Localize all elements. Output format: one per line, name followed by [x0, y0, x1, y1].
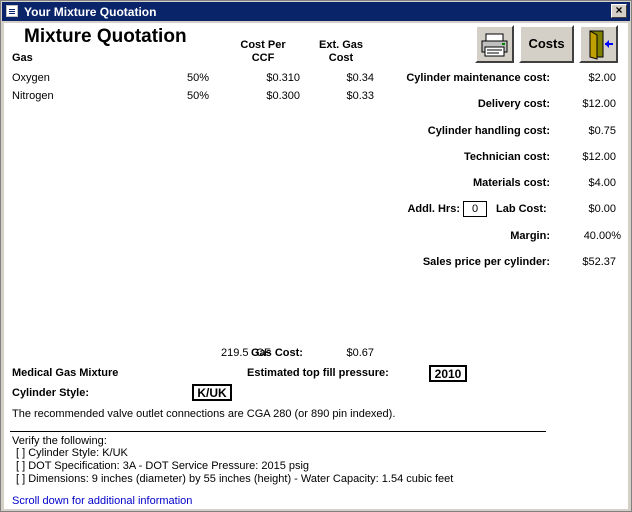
form-body: Mixture Quotation Gas Cost Per CCF Ext. …: [4, 23, 628, 509]
printer-icon: [481, 33, 508, 57]
quotation-window: Your Mixture Quotation × Mixture Quotati…: [0, 0, 632, 512]
fill-pressure-label: Estimated top fill pressure:: [247, 367, 389, 379]
addl-hrs-label: Addl. Hrs:: [407, 203, 460, 215]
addl-hrs-input[interactable]: 0: [463, 201, 487, 217]
handling-cost-value: $0.75: [588, 125, 616, 137]
maintenance-cost-value: $2.00: [588, 72, 616, 84]
margin-value: 40.00%: [583, 230, 621, 242]
mixture-type: Medical Gas Mixture: [12, 367, 119, 379]
print-button[interactable]: [475, 25, 514, 63]
gas-cost-per-2: $0.300: [266, 90, 300, 102]
fill-pressure-value[interactable]: 2010: [429, 365, 467, 382]
gas-name-2: Nitrogen: [12, 90, 54, 102]
cost-per-ccf-header: Cost Per CCF: [230, 39, 296, 65]
cost-per-header-line1: Cost Per: [240, 39, 286, 51]
gas-column-header: Gas: [12, 52, 33, 64]
sales-price-label: Sales price per cylinder:: [422, 256, 550, 268]
cylinder-style-label: Cylinder Style:: [12, 387, 90, 399]
scroll-hint-link[interactable]: Scroll down for additional information: [12, 495, 192, 507]
delivery-cost-label: Delivery cost:: [477, 98, 550, 110]
window-title: Your Mixture Quotation: [24, 5, 157, 19]
materials-cost-value: $4.00: [588, 177, 616, 189]
ext-header-line1: Ext. Gas: [318, 39, 364, 51]
page-title: Mixture Quotation: [24, 26, 187, 47]
verify-item: [ ] DOT Specification: 3A - DOT Service …: [16, 460, 310, 472]
close-button[interactable]: ×: [611, 4, 627, 18]
lab-cost-label: Lab Cost:: [496, 203, 547, 215]
lab-cost-value: $0.00: [588, 203, 616, 215]
verify-item: [ ] Dimensions: 9 inches (diameter) by 5…: [16, 473, 454, 485]
cost-per-header-line2: CCF: [251, 52, 275, 64]
materials-cost-label: Materials cost:: [472, 177, 550, 189]
maintenance-cost-label: Cylinder maintenance cost:: [406, 72, 550, 84]
valve-note: The recommended valve outlet connections…: [12, 408, 396, 420]
ext-header-line2: Cost: [328, 52, 354, 64]
costs-button[interactable]: Costs: [519, 25, 574, 63]
verify-item: [ ] Cylinder Style: K/UK: [16, 447, 128, 459]
total-volume: 219.5: [221, 347, 249, 359]
gas-percent-2: 50%: [186, 90, 209, 102]
technician-cost-label: Technician cost:: [464, 151, 550, 163]
verify-heading: Verify the following:: [12, 435, 107, 447]
divider: [10, 431, 546, 432]
technician-cost-value: $12.00: [582, 151, 616, 163]
ext-gas-cost-header: Ext. Gas Cost: [308, 39, 374, 65]
gas-cost-per-1: $0.310: [266, 72, 300, 84]
sales-price-value: $52.37: [582, 256, 616, 268]
form-icon: [6, 5, 18, 17]
handling-cost-label: Cylinder handling cost:: [427, 125, 550, 137]
delivery-cost-value: $12.00: [582, 98, 616, 110]
gas-cost-value: $0.67: [346, 347, 374, 359]
cylinder-style-value[interactable]: K/UK: [192, 384, 232, 401]
gas-percent-1: 50%: [186, 72, 209, 84]
margin-label: Margin:: [510, 230, 550, 242]
title-bar: Your Mixture Quotation ×: [2, 2, 630, 21]
exit-button[interactable]: [579, 25, 618, 63]
gas-cost-label: Gas Cost:: [251, 347, 303, 359]
exit-door-icon: [589, 30, 613, 60]
gas-name-1: Oxygen: [12, 72, 50, 84]
